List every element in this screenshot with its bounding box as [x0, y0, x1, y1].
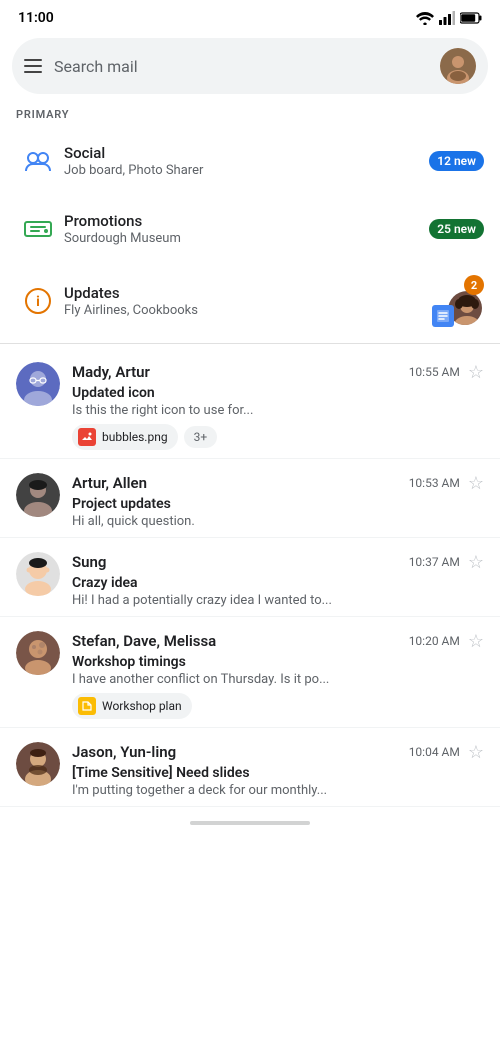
promotions-sub: Sourdough Museum — [64, 231, 429, 246]
email-sender-4: Stefan, Dave, Melissa — [72, 632, 216, 650]
user-avatar[interactable] — [440, 48, 476, 84]
email-preview-1: Is this the right icon to use for... — [72, 403, 484, 418]
email-subject-3: Crazy idea — [72, 575, 484, 591]
email-content-2: Artur, Allen 10:53 AM ☆ Project updates … — [72, 471, 484, 529]
category-social[interactable]: Social Job board, Photo Sharer 12 new — [0, 127, 500, 195]
email-avatar-3 — [16, 552, 60, 596]
attachment-doc-icon-4 — [78, 697, 96, 715]
battery-icon — [460, 12, 482, 24]
wifi-icon — [416, 12, 434, 25]
email-star-5[interactable]: ☆ — [468, 742, 484, 763]
email-subject-2: Project updates — [72, 496, 484, 512]
section-label: PRIMARY — [0, 104, 500, 127]
search-input[interactable]: Search mail — [54, 57, 428, 76]
social-badge: 12 new — [429, 151, 484, 171]
category-promotions[interactable]: Promotions Sourdough Museum 25 new — [0, 195, 500, 263]
email-star-1[interactable]: ☆ — [468, 362, 484, 383]
divider — [0, 343, 500, 344]
email-attachments-1: bubbles.png 3+ — [72, 424, 484, 450]
email-header-1: Mady, Artur 10:55 AM ☆ — [72, 360, 484, 383]
attachment-chip-1[interactable]: bubbles.png — [72, 424, 178, 450]
email-row-4[interactable]: Stefan, Dave, Melissa 10:20 AM ☆ Worksho… — [0, 617, 500, 728]
email-avatar-1 — [16, 362, 60, 406]
email-sender-2: Artur, Allen — [72, 474, 147, 492]
email-sender-5: Jason, Yun-ling — [72, 743, 176, 761]
email-header-5: Jason, Yun-ling 10:04 AM ☆ — [72, 740, 484, 763]
email-avatar-2 — [16, 473, 60, 517]
promotions-name: Promotions — [64, 212, 429, 230]
user-avatar-img — [440, 48, 476, 84]
status-time: 11:00 — [18, 10, 54, 26]
social-icon — [16, 139, 60, 183]
status-bar: 11:00 — [0, 0, 500, 32]
email-row-3[interactable]: Sung 10:37 AM ☆ Crazy idea Hi! I had a p… — [0, 538, 500, 617]
updates-badge-area: 2 — [432, 275, 484, 327]
attachment-img-icon — [78, 428, 96, 446]
status-icons — [416, 11, 482, 25]
email-time-3: 10:37 AM — [409, 555, 460, 569]
attachment-name-4: Workshop plan — [102, 699, 182, 713]
updates-name: Updates — [64, 284, 432, 302]
email-star-2[interactable]: ☆ — [468, 473, 484, 494]
email-preview-3: Hi! I had a potentially crazy idea I wan… — [72, 593, 484, 608]
email-content-5: Jason, Yun-ling 10:04 AM ☆ [Time Sensiti… — [72, 740, 484, 798]
email-subject-4: Workshop timings — [72, 654, 484, 670]
email-header-4: Stefan, Dave, Melissa 10:20 AM ☆ — [72, 629, 484, 652]
category-updates[interactable]: i Updates Fly Airlines, Cookbooks 2 — [0, 263, 500, 339]
email-content-3: Sung 10:37 AM ☆ Crazy idea Hi! I had a p… — [72, 550, 484, 608]
email-content-1: Mady, Artur 10:55 AM ☆ Updated icon Is t… — [72, 360, 484, 450]
hamburger-menu[interactable] — [24, 59, 42, 73]
email-row-2[interactable]: Artur, Allen 10:53 AM ☆ Project updates … — [0, 459, 500, 538]
updates-icon: i — [16, 279, 60, 323]
email-preview-4: I have another conflict on Thursday. Is … — [72, 672, 484, 687]
updates-sub: Fly Airlines, Cookbooks — [64, 303, 432, 318]
email-preview-2: Hi all, quick question. — [72, 514, 484, 529]
updates-count: 2 — [464, 275, 484, 295]
email-time-1: 10:55 AM — [409, 365, 460, 379]
attachment-chip-4[interactable]: Workshop plan — [72, 693, 192, 719]
email-row-1[interactable]: Mady, Artur 10:55 AM ☆ Updated icon Is t… — [0, 348, 500, 459]
email-content-4: Stefan, Dave, Melissa 10:20 AM ☆ Worksho… — [72, 629, 484, 719]
email-preview-5: I'm putting together a deck for our mont… — [72, 783, 484, 798]
signal-icon — [439, 11, 455, 25]
email-header-3: Sung 10:37 AM ☆ — [72, 550, 484, 573]
email-row-5[interactable]: Jason, Yun-ling 10:04 AM ☆ [Time Sensiti… — [0, 728, 500, 807]
promotions-icon — [16, 207, 60, 251]
svg-text:i: i — [36, 294, 40, 310]
updates-doc-icon — [432, 305, 454, 327]
promotions-badge: 25 new — [429, 219, 484, 239]
email-sender-1: Mady, Artur — [72, 363, 150, 381]
email-time-4: 10:20 AM — [409, 634, 460, 648]
email-header-2: Artur, Allen 10:53 AM ☆ — [72, 471, 484, 494]
email-sender-3: Sung — [72, 553, 106, 571]
email-subject-5: [Time Sensitive] Need slides — [72, 765, 484, 781]
email-avatar-4 — [16, 631, 60, 675]
search-bar[interactable]: Search mail — [12, 38, 488, 94]
social-text: Social Job board, Photo Sharer — [64, 144, 429, 178]
email-star-3[interactable]: ☆ — [468, 552, 484, 573]
home-indicator — [0, 807, 500, 833]
promotions-text: Promotions Sourdough Museum — [64, 212, 429, 246]
email-star-4[interactable]: ☆ — [468, 631, 484, 652]
email-time-2: 10:53 AM — [409, 476, 460, 490]
email-subject-1: Updated icon — [72, 385, 484, 401]
email-attachments-4: Workshop plan — [72, 693, 484, 719]
updates-text: Updates Fly Airlines, Cookbooks — [64, 284, 432, 318]
email-avatar-5 — [16, 742, 60, 786]
more-attachments-1[interactable]: 3+ — [184, 426, 218, 448]
home-bar — [190, 821, 310, 825]
social-sub: Job board, Photo Sharer — [64, 163, 429, 178]
social-name: Social — [64, 144, 429, 162]
attachment-name-1: bubbles.png — [102, 430, 168, 444]
email-time-5: 10:04 AM — [409, 745, 460, 759]
